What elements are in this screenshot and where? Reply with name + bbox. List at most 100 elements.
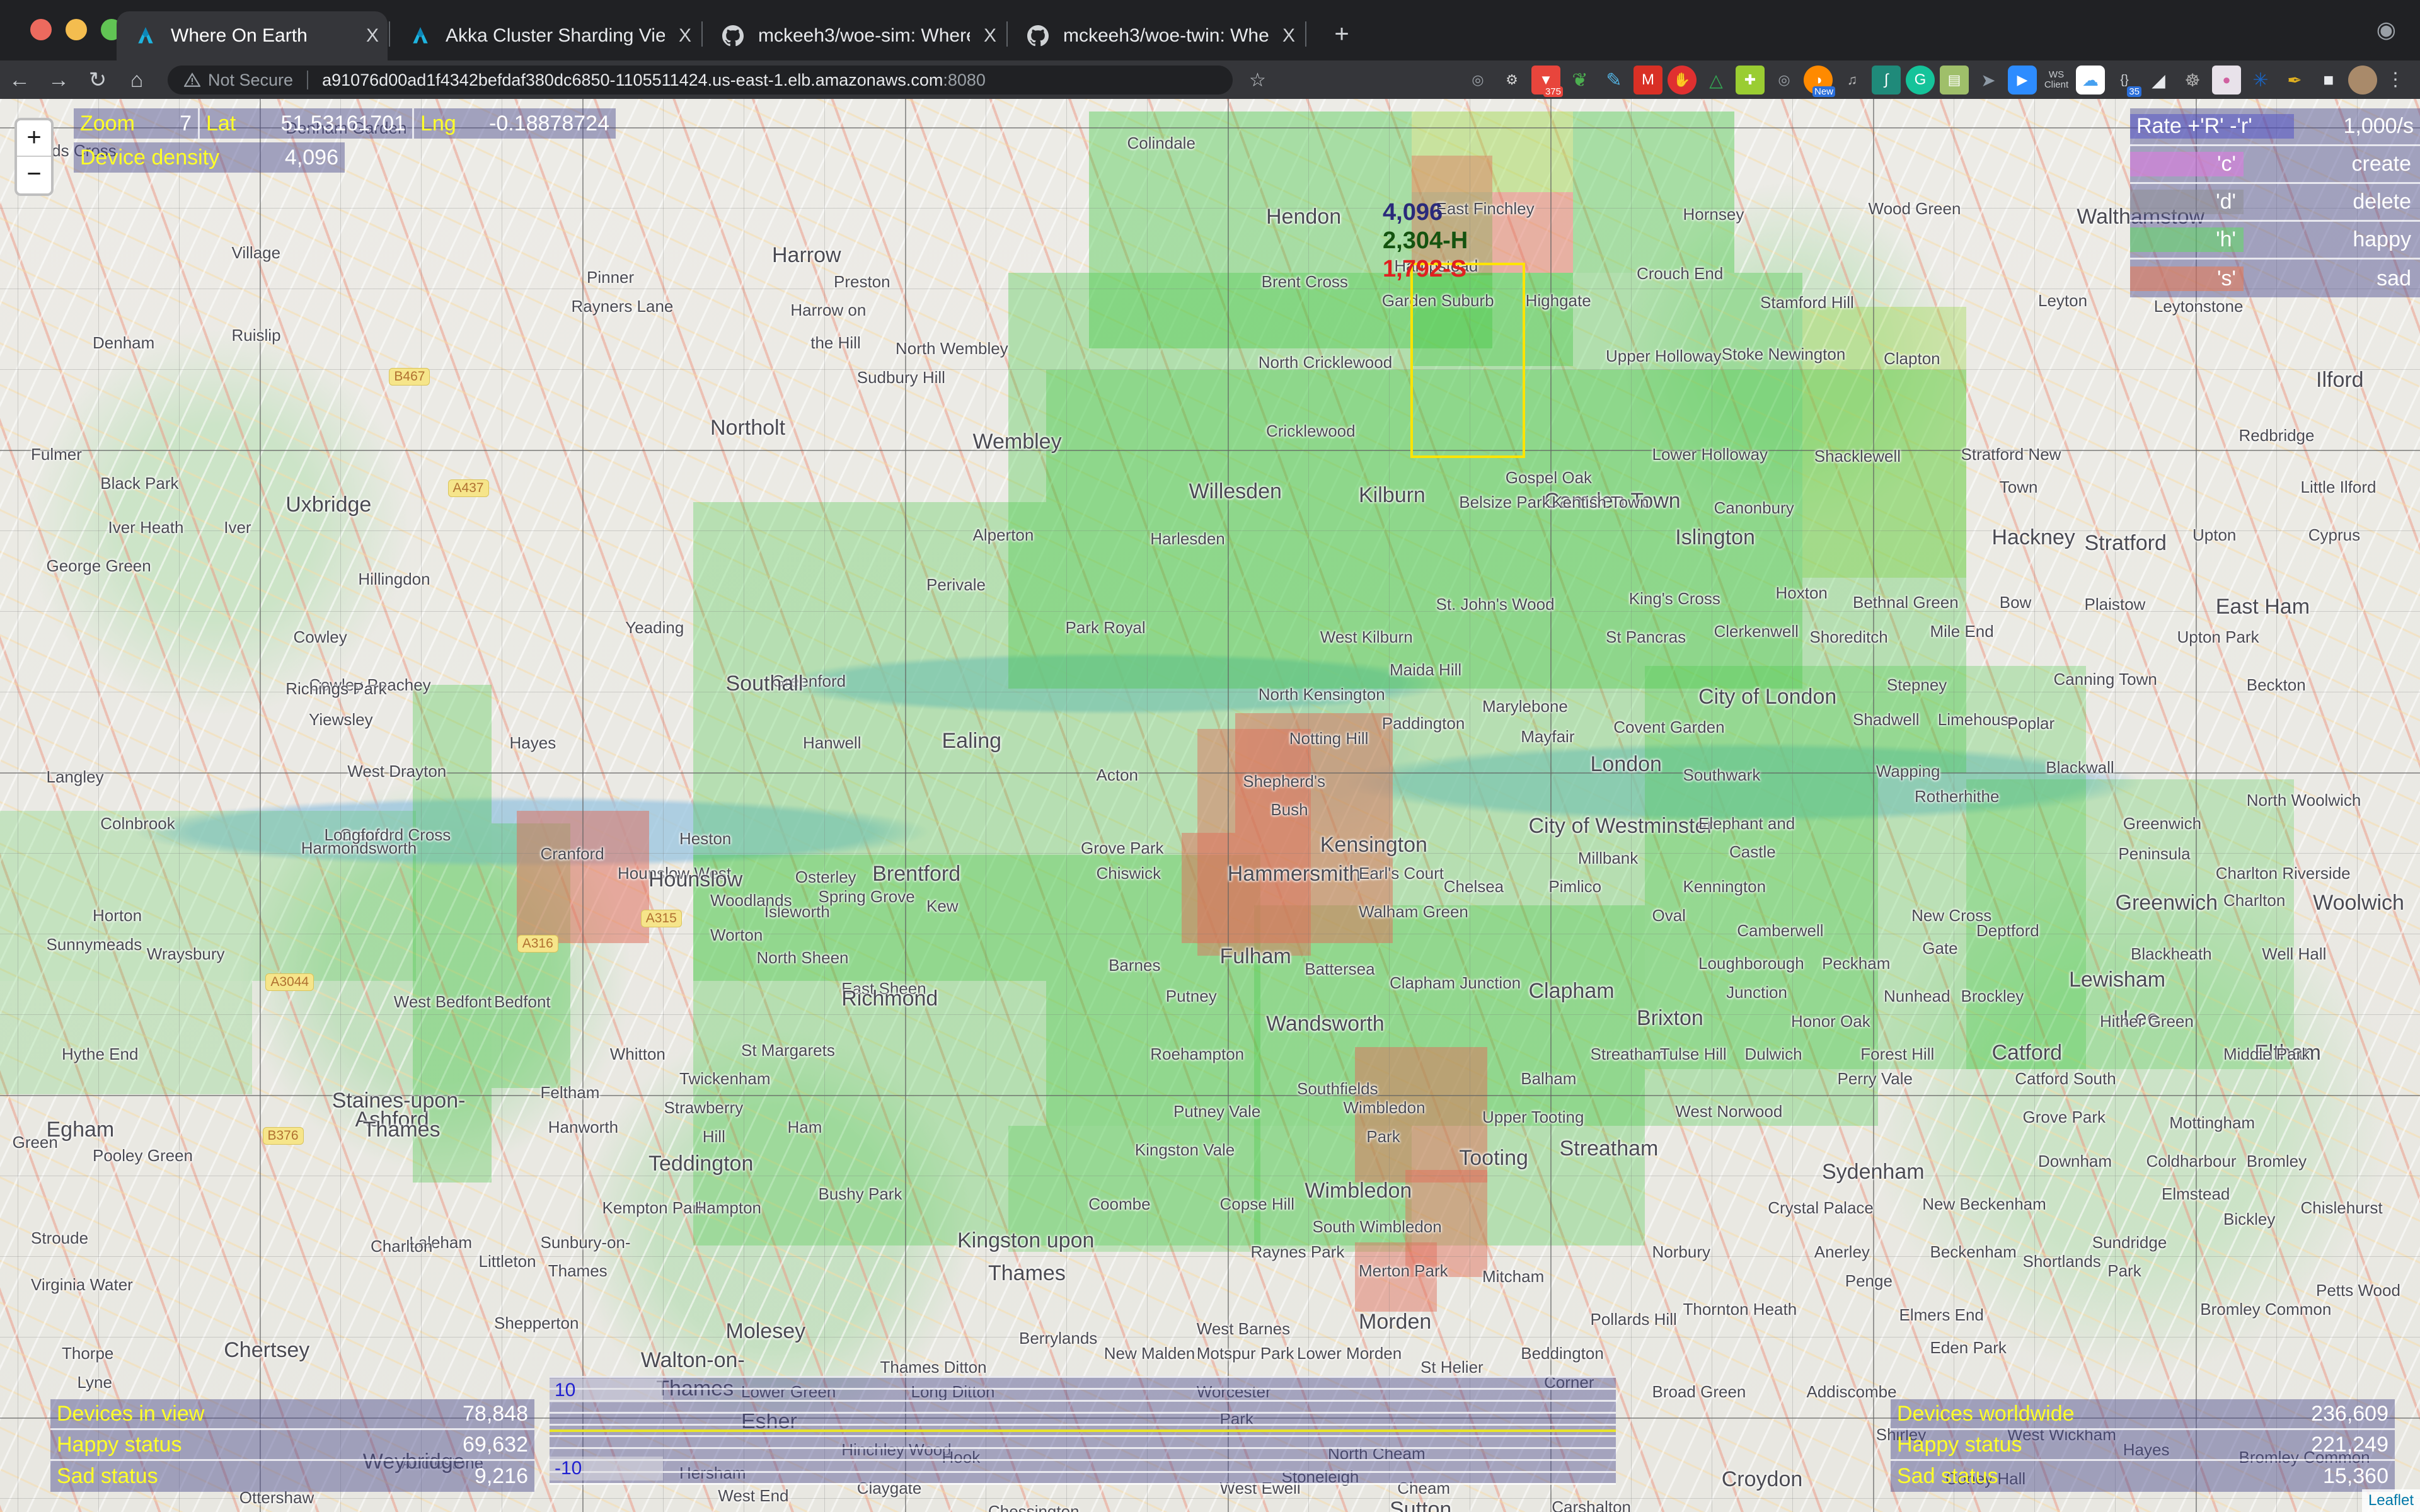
url-host: a91076d00ad1f4342befdaf380dc6850-1105511…	[322, 70, 943, 89]
map-place-label: Bromley	[2246, 1152, 2307, 1171]
forward-button[interactable]: →	[39, 60, 78, 100]
chart-zero-line	[550, 1429, 1616, 1432]
window-options-icon[interactable]: ◉	[2377, 16, 2396, 43]
tab-separator	[389, 21, 390, 47]
asterisk-extension-icon[interactable]: ✳	[2246, 66, 2275, 94]
map-place-label: Shacklewell	[1814, 447, 1901, 466]
google-drive-extension-icon[interactable]: △	[1702, 66, 1731, 94]
map-place-label: Leytonstone	[2153, 297, 2244, 316]
avatar[interactable]	[2348, 66, 2377, 94]
ring-extension-icon[interactable]: ◎	[1770, 66, 1799, 94]
map-place-label: Middle Park	[2223, 1044, 2310, 1063]
map-place-label: Beckton	[2246, 675, 2306, 694]
note-extension-icon[interactable]: ✚	[1736, 66, 1765, 94]
back-button[interactable]: ←	[0, 60, 39, 100]
tab-woe-twin[interactable]: mckeeh3/woe-twin: Where On X	[1009, 11, 1304, 60]
zoom-out-button[interactable]: −	[17, 157, 51, 193]
ws-client-extension-icon[interactable]: WS Client	[2042, 66, 2071, 94]
map-canvas[interactable]: rds Cross Denham Garden Village Denham Ruisl…	[0, 99, 2420, 1512]
map-place-label: Kentish Town	[1552, 493, 1649, 512]
map-place-label: Notting Hill	[1289, 729, 1369, 748]
zoom-extension-icon[interactable]: ▶	[2008, 66, 2037, 94]
close-tab-icon[interactable]: X	[679, 25, 691, 47]
tab-woe-sim[interactable]: mckeeh3/woe-sim: Where On E X	[704, 11, 1005, 60]
gmail-extension-icon[interactable]: M	[1634, 66, 1662, 94]
key-row-create[interactable]: 'c' create	[2130, 146, 2420, 184]
broom-extension-icon[interactable]: ✒	[2280, 66, 2309, 94]
map-place-label: North Wembley	[896, 339, 1008, 358]
map-place-label: Croydon	[1721, 1467, 1803, 1491]
close-tab-icon[interactable]: X	[1282, 25, 1295, 47]
map-place-label: Kew	[926, 896, 959, 915]
key-row-delete[interactable]: 'd' delete	[2130, 184, 2420, 222]
map-place-label: Preston	[834, 272, 890, 291]
tab-where-on-earth[interactable]: Where On Earth X	[117, 11, 388, 60]
position-row: Zoom 7 Lat 51.53161701 Lng -0.18878724	[74, 108, 616, 139]
map-place-label: Coombe	[1088, 1194, 1151, 1213]
zoom-in-button[interactable]: +	[17, 120, 51, 157]
key-delete: 'd'	[2130, 190, 2244, 214]
new-tab-button[interactable]: +	[1322, 9, 1362, 59]
gear-extension-icon[interactable]: ⚙	[1497, 66, 1526, 94]
map-place-label: West Drayton	[347, 762, 447, 781]
map-place-label: Belsize Park	[1459, 493, 1550, 512]
map-place-label: Gospel Oak	[1505, 467, 1593, 487]
map-place-label: Nunhead	[1884, 987, 1950, 1006]
rocket-extension-icon[interactable]: ➤	[1974, 66, 2003, 94]
chart-gridline	[550, 1423, 1616, 1426]
lng-label: Lng	[420, 111, 456, 135]
map-place-label: Maida Hill	[1390, 660, 1462, 679]
map-place-label: St. John's Wood	[1436, 594, 1555, 614]
key-row-happy[interactable]: 'h' happy	[2130, 222, 2420, 260]
selected-region-box[interactable]	[1410, 263, 1525, 458]
pen-extension-icon[interactable]: ✎	[1599, 66, 1628, 94]
activity-chart[interactable]: 10 -10	[550, 1376, 1616, 1485]
github-icon	[1025, 23, 1051, 49]
teal-extension-icon[interactable]: ∫	[1872, 66, 1901, 94]
map-place-label: Sunnymeads	[46, 934, 142, 954]
home-button[interactable]: ⌂	[117, 60, 156, 100]
new-extension-icon[interactable]: ◑ New	[1804, 66, 1835, 97]
gray-ring-extension-icon[interactable]: ◎	[1463, 66, 1492, 94]
kebab-menu-icon[interactable]: ⋮	[2382, 71, 2409, 89]
not-secure-indicator[interactable]: Not Secure	[183, 71, 293, 90]
map-place-label: Clerkenwell	[1714, 621, 1799, 641]
close-tab-icon[interactable]: X	[366, 25, 379, 47]
github-icon	[720, 23, 746, 49]
map-place-label: Stoke Newington	[1721, 345, 1846, 364]
map-place-label: North Sheen	[756, 948, 849, 968]
evernote-extension-icon[interactable]: ❦	[1565, 66, 1594, 94]
tab-akka-cluster-sharding-viewer[interactable]: Akka Cluster Sharding Viewer X	[391, 11, 700, 60]
wheel-extension-icon[interactable]: ☸	[2178, 66, 2207, 94]
map-place-label: St Margarets	[741, 1040, 835, 1060]
colors-extension-icon[interactable]: ●	[2212, 66, 2241, 94]
reload-button[interactable]: ↻	[78, 60, 117, 100]
rate-label: Rate +'R' -'r'	[2130, 114, 2294, 139]
rate-row[interactable]: Rate +'R' -'r' 1,000/s	[2130, 108, 2420, 146]
map-place-label: Walham Green	[1359, 902, 1468, 921]
devices-worldwide-value: 236,609	[2311, 1401, 2388, 1426]
key-create: 'c'	[2130, 152, 2244, 176]
cloud-extension-icon[interactable]: ☁	[2076, 66, 2105, 94]
minimize-window-button[interactable]	[66, 19, 87, 40]
mail-extension-icon[interactable]: ▼ 375	[1531, 66, 1563, 97]
grammarly-extension-icon[interactable]: G	[1906, 66, 1935, 94]
adblock-extension-icon[interactable]: ✋	[1668, 66, 1697, 94]
json-extension-icon[interactable]: {} 35	[2110, 66, 2141, 97]
diagram-extension-icon[interactable]: ▤	[1940, 66, 1969, 94]
page-extension-icon[interactable]: ◢	[2144, 66, 2173, 94]
stat-row: Sad status 9,216	[50, 1461, 534, 1492]
close-tab-icon[interactable]: X	[984, 25, 996, 47]
address-bar[interactable]: Not Secure a91076d00ad1f4342befdaf380dc6…	[168, 66, 1233, 94]
chart-gridline	[550, 1435, 1616, 1438]
star-icon[interactable]: ☆	[1249, 69, 1266, 91]
leaflet-attribution[interactable]: Leaflet	[2361, 1489, 2420, 1512]
puzzle-extension-icon[interactable]: ■	[2314, 66, 2343, 94]
map-place-label: Osterley	[795, 868, 856, 886]
key-row-sad[interactable]: 's' sad	[2130, 260, 2420, 297]
headphones-extension-icon[interactable]: ♫	[1838, 66, 1867, 94]
map-place-label: Blackwall	[2046, 758, 2114, 777]
close-window-button[interactable]	[30, 19, 52, 40]
map-place-label: West Barnes	[1196, 1319, 1291, 1338]
akka-icon	[133, 23, 158, 49]
